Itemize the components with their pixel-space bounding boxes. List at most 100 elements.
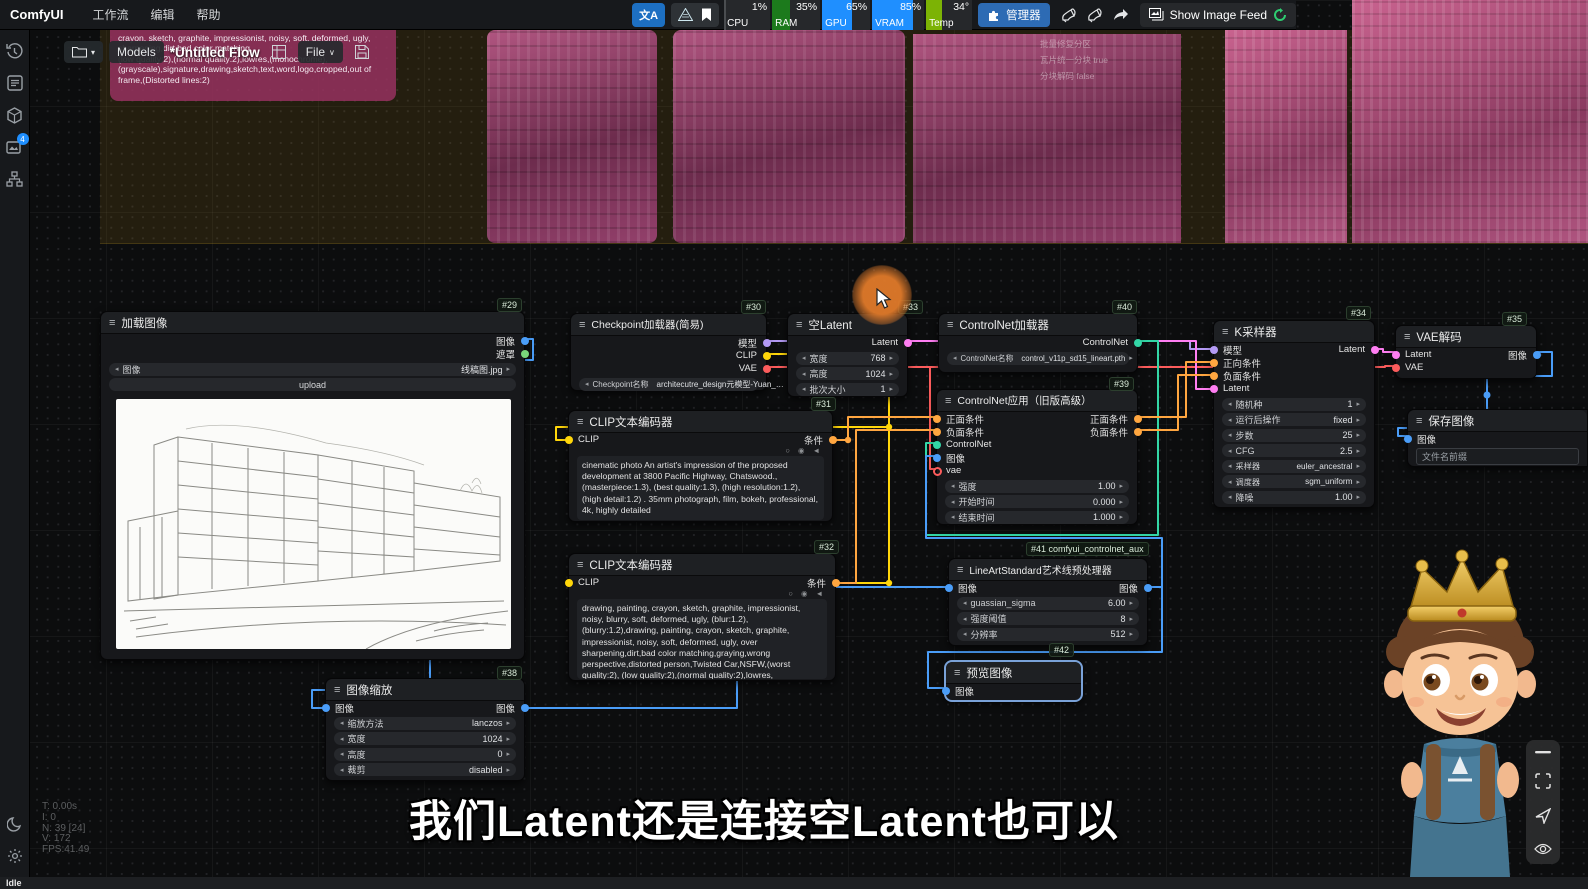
gaussian-sigma-widget[interactable]: ◂guassian_sigma6.00▸ — [957, 597, 1139, 610]
output-port-positive[interactable] — [1134, 415, 1142, 423]
output-port-cond[interactable] — [832, 579, 840, 587]
height-widget[interactable]: ◂高度1024▸ — [796, 367, 899, 380]
steps-widget[interactable]: ◂步数25▸ — [1222, 429, 1366, 442]
textbox-option-icons[interactable]: ○ ◉ ◄ — [785, 446, 823, 455]
input-port-image[interactable] — [942, 687, 950, 695]
node-vae-decode[interactable]: ≡VAE解码 Latent图像 VAE — [1395, 325, 1537, 379]
manager-button[interactable]: 管理器 — [978, 3, 1050, 27]
horn-icon-left[interactable] — [1056, 3, 1082, 27]
bookmark-icon[interactable] — [701, 8, 712, 22]
node-lineart-preprocessor[interactable]: ≡LineArtStandard艺术线预处理器 图像图像 ◂guassian_s… — [948, 558, 1148, 646]
select-mode-icon[interactable] — [1535, 808, 1551, 824]
node-controlnet-loader[interactable]: ≡ControlNet加载器 ControlNet ◂ControlNet名称 … — [938, 313, 1138, 373]
input-port-latent[interactable] — [1210, 385, 1218, 393]
textbox-option-icons[interactable]: ○ ◉ ◄ — [788, 589, 826, 598]
scheduler-widget[interactable]: ◂调度器sgm_uniform▸ — [1222, 475, 1366, 488]
output-port-model[interactable] — [763, 339, 771, 347]
input-port-vae[interactable] — [933, 467, 942, 476]
horn-icon-right[interactable] — [1082, 3, 1108, 27]
upscale-method-widget[interactable]: ◂缩放方法lanczos▸ — [334, 717, 516, 730]
node-save-image[interactable]: ≡保存图像 图像 文件名前缀 — [1407, 409, 1588, 467]
queue-images-icon[interactable]: 4 — [0, 132, 30, 162]
resolution-widget[interactable]: ◂分辨率512▸ — [957, 628, 1139, 641]
width-widget[interactable]: ◂宽度768▸ — [796, 352, 899, 365]
node-library-icon[interactable] — [0, 68, 30, 98]
node-clip-encode-negative[interactable]: ≡CLIP文本编码器 CLIP条件 ○ ◉ ◄ drawing, paintin… — [568, 553, 836, 681]
input-port-positive[interactable] — [933, 415, 941, 423]
input-port-negative[interactable] — [933, 428, 941, 436]
node-ksampler[interactable]: ≡K采样器 模型Latent 正向条件 负面条件 Latent ◂随机种1▸ ◂… — [1213, 320, 1375, 508]
settings-gear-icon[interactable] — [0, 841, 30, 871]
output-port-image[interactable] — [1533, 351, 1541, 359]
seed-widget[interactable]: ◂随机种1▸ — [1222, 398, 1366, 411]
input-port-latent[interactable] — [1392, 351, 1400, 359]
grid-view-icon[interactable] — [266, 40, 292, 64]
input-port-image[interactable] — [945, 584, 953, 592]
show-image-feed-toggle[interactable]: Show Image Feed — [1140, 3, 1296, 27]
positive-prompt-textarea[interactable]: cinematic photo An artist's impression o… — [577, 456, 824, 520]
input-port-image[interactable] — [322, 704, 330, 712]
extension-button-group[interactable] — [671, 3, 719, 27]
input-port-clip[interactable] — [565, 579, 573, 587]
output-port-controlnet[interactable] — [1134, 339, 1142, 347]
node-controlnet-apply[interactable]: ≡ControlNet应用（旧版高级） 正面条件正面条件 负面条件负面条件 Co… — [936, 389, 1138, 525]
output-port-latent[interactable] — [904, 339, 912, 347]
output-port-image[interactable] — [521, 704, 529, 712]
menu-edit[interactable]: 编辑 — [150, 6, 174, 23]
node-image-scale[interactable]: ≡图像缩放 图像图像 ◂缩放方法lanczos▸ ◂宽度1024▸ ◂高度0▸ … — [325, 678, 525, 781]
checkpoint-name-combo[interactable]: ◂Checkpoint名称 architecutre_design元模型-Yua… — [579, 378, 758, 391]
node-load-image[interactable]: ≡ 加载图像 图像 遮罩 ◂图像 线稿图.jpg▸ upload — [100, 311, 525, 660]
save-icon[interactable] — [349, 40, 375, 64]
node-empty-latent[interactable]: ≡空Latent Latent ◂宽度768▸ ◂高度1024▸ ◂批次大小1▸ — [787, 313, 908, 397]
workflow-folder-button[interactable]: ▾ — [64, 41, 103, 63]
share-icon[interactable] — [1108, 3, 1134, 27]
models-button[interactable]: Models — [109, 41, 164, 63]
node-clip-encode-positive[interactable]: ≡CLIP文本编码器 CLIP条件 ○ ◉ ◄ cinematic photo … — [568, 410, 833, 522]
output-port-image[interactable] — [1144, 584, 1152, 592]
start-percent-widget[interactable]: ◂开始时间0.000▸ — [945, 495, 1129, 508]
menu-workflow[interactable]: 工作流 — [92, 6, 128, 23]
input-port-vae[interactable] — [1392, 364, 1400, 372]
node-menu-icon[interactable]: ≡ — [109, 317, 115, 329]
visibility-eye-icon[interactable] — [1534, 843, 1552, 855]
workflows-icon[interactable] — [0, 164, 30, 194]
output-port-cond[interactable] — [829, 436, 837, 444]
output-port-clip[interactable] — [763, 352, 771, 360]
output-port-latent[interactable] — [1371, 346, 1379, 354]
node-preview-image[interactable]: ≡预览图像 图像 — [945, 661, 1082, 701]
filename-prefix-input[interactable]: 文件名前缀 — [1416, 448, 1579, 465]
output-port-vae[interactable] — [763, 365, 771, 373]
crop-widget[interactable]: ◂裁剪disabled▸ — [334, 763, 516, 776]
output-port-image[interactable] — [521, 337, 529, 345]
end-percent-widget[interactable]: ◂结束时间1.000▸ — [945, 511, 1129, 524]
input-port-image[interactable] — [933, 454, 941, 462]
fit-view-icon[interactable] — [1535, 773, 1551, 789]
file-menu-button[interactable]: File ∨ — [298, 41, 343, 63]
theme-toggle-icon[interactable] — [0, 809, 30, 839]
translate-button[interactable]: 文A — [632, 3, 665, 27]
input-port-model[interactable] — [1210, 346, 1218, 354]
batch-size-widget[interactable]: ◂批次大小1▸ — [796, 383, 899, 396]
workflow-title[interactable]: *Untitled Flow — [170, 45, 260, 60]
width-widget[interactable]: ◂宽度1024▸ — [334, 732, 516, 745]
history-icon[interactable] — [0, 36, 30, 66]
output-port-negative[interactable] — [1134, 428, 1142, 436]
model-library-icon[interactable] — [0, 100, 30, 130]
sampler-widget[interactable]: ◂采样器euler_ancestral▸ — [1222, 460, 1366, 473]
height-widget[interactable]: ◂高度0▸ — [334, 748, 516, 761]
input-port-negative[interactable] — [1210, 372, 1218, 380]
intensity-threshold-widget[interactable]: ◂强度阈值8▸ — [957, 612, 1139, 625]
input-port-image[interactable] — [1404, 435, 1412, 443]
node-checkpoint-loader[interactable]: ≡Checkpoint加载器(简易) 模型 CLIP VAE ◂Checkpoi… — [570, 313, 767, 391]
controlnet-name-combo[interactable]: ◂ControlNet名称 control_v11p_sd15_lineart.… — [947, 352, 1129, 365]
output-port-mask[interactable] — [521, 350, 529, 358]
refresh-icon[interactable] — [1273, 8, 1287, 22]
app-logo[interactable]: ComfyUI — [10, 7, 63, 22]
cfg-widget[interactable]: ◂CFG2.5▸ — [1222, 444, 1366, 457]
input-port-clip[interactable] — [565, 436, 573, 444]
control-after-generate-widget[interactable]: ◂运行后操作fixed▸ — [1222, 413, 1366, 426]
image-filename-combo[interactable]: ◂图像 线稿图.jpg▸ — [109, 363, 516, 376]
menu-help[interactable]: 帮助 — [196, 6, 220, 23]
collapse-icon[interactable] — [1535, 750, 1551, 754]
input-port-controlnet[interactable] — [933, 441, 941, 449]
